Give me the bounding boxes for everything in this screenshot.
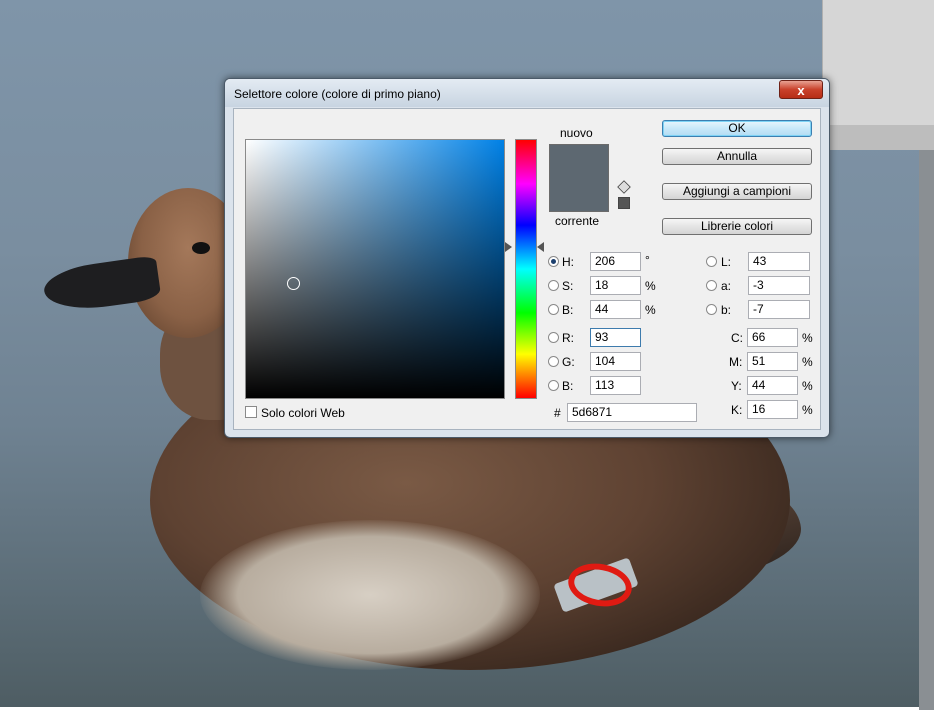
cancel-button[interactable]: Annulla [662,148,812,165]
dialog-client: nuovo corrente OK Annulla Aggiungi a cam… [233,108,821,430]
magenta-field[interactable]: 51 [747,352,798,371]
panel-strip [823,125,934,150]
hue-slider-arrow-right[interactable] [537,242,544,252]
black-label: K: [731,403,743,417]
add-to-swatches-button[interactable]: Aggiungi a campioni [662,183,812,200]
out-of-gamut-icon[interactable] [617,180,631,194]
radio-saturation[interactable] [548,280,559,291]
panel-edge [919,150,934,710]
saturation-unit: % [645,279,656,293]
b-channel-label: b: [721,303,732,317]
a-channel-field[interactable]: -3 [748,276,810,295]
brightness-label: B: [562,303,574,317]
hue-label: H: [562,255,574,269]
new-color-label: nuovo [560,126,593,140]
hue-unit: ° [645,253,650,267]
black-field[interactable]: 16 [747,400,798,419]
blue-field[interactable]: 113 [590,376,641,395]
hex-field[interactable]: 5d6871 [567,403,697,422]
radio-red[interactable] [548,332,559,343]
duck-eye [192,242,210,254]
radio-brightness[interactable] [548,304,559,315]
yellow-label: Y: [731,379,742,393]
black-unit: % [802,403,813,417]
radio-lightness[interactable] [706,256,717,267]
red-label: R: [562,331,574,345]
red-field[interactable]: 93 [590,328,641,347]
magenta-label: M: [729,355,743,369]
title-bar[interactable]: Selettore colore (colore di primo piano)… [225,79,829,107]
green-label: G: [562,355,575,369]
color-field-cursor[interactable] [287,277,300,290]
b-channel-field[interactable]: -7 [748,300,810,319]
radio-blue[interactable] [548,380,559,391]
current-color-label: corrente [555,214,600,228]
cyan-field[interactable]: 66 [747,328,798,347]
cyan-label: C: [731,331,743,345]
web-safe-warning-icon[interactable] [618,197,630,209]
yellow-unit: % [802,379,813,393]
close-icon: x [797,83,805,98]
saturation-field[interactable]: 18 [590,276,641,295]
radio-a-channel[interactable] [706,280,717,291]
background-app-panel [822,0,934,710]
dialog-title: Selettore colore (colore di primo piano) [234,87,441,101]
close-button[interactable]: x [779,80,823,99]
color-field[interactable] [245,139,505,399]
magenta-unit: % [802,355,813,369]
saturation-label: S: [562,279,574,293]
ok-button[interactable]: OK [662,120,812,137]
radio-green[interactable] [548,356,559,367]
a-channel-label: a: [721,279,732,293]
blue-label: B: [562,379,574,393]
current-color-swatch[interactable] [550,178,608,211]
lightness-field[interactable]: 43 [748,252,810,271]
color-swatch [549,144,609,212]
brightness-field[interactable]: 44 [590,300,641,319]
hue-slider[interactable] [515,139,537,399]
color-libraries-button[interactable]: Librerie colori [662,218,812,235]
radio-b-channel[interactable] [706,304,717,315]
web-colors-only-label: Solo colori Web [261,406,345,420]
green-field[interactable]: 104 [590,352,641,371]
duck-belly [200,520,540,670]
hue-slider-arrow-left[interactable] [505,242,512,252]
color-picker-dialog: Selettore colore (colore di primo piano)… [224,78,830,438]
new-color-swatch [550,145,608,178]
hue-field[interactable]: 206 [590,252,641,271]
web-colors-only-checkbox[interactable] [245,406,257,418]
lightness-label: L: [721,255,732,269]
hex-label: # [554,406,561,420]
yellow-field[interactable]: 44 [747,376,798,395]
radio-hue[interactable] [548,256,559,267]
brightness-unit: % [645,303,656,317]
cyan-unit: % [802,331,813,345]
